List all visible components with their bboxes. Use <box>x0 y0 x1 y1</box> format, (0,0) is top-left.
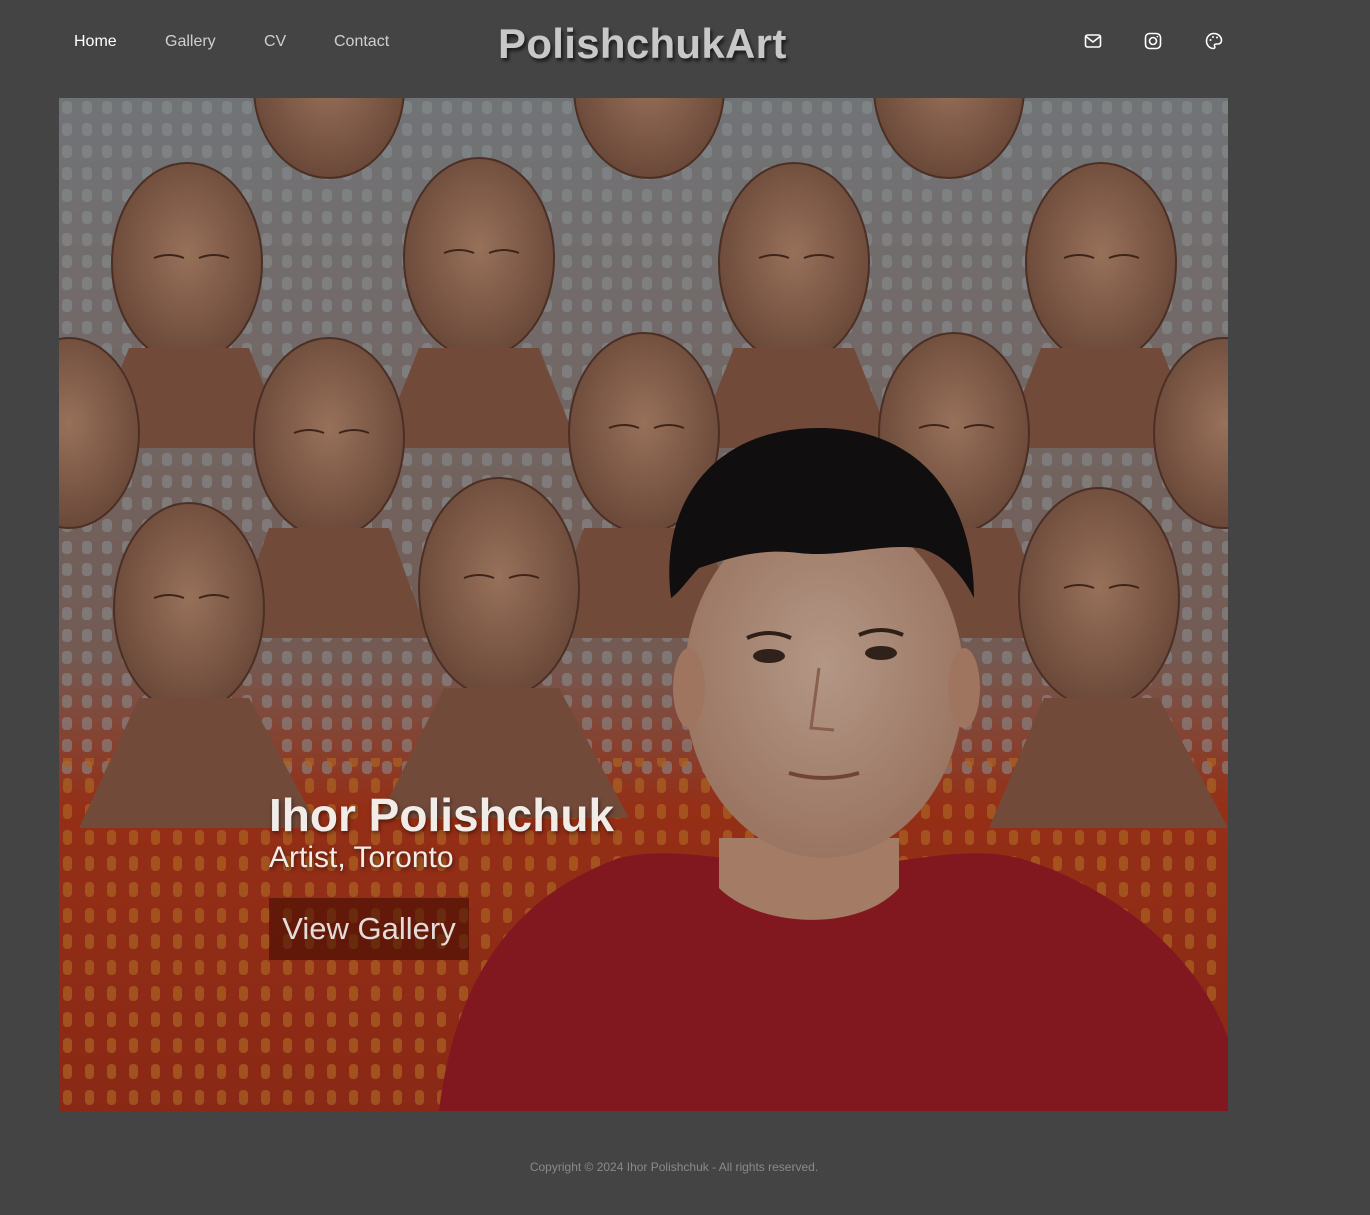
instagram-icon[interactable] <box>1143 31 1163 51</box>
artist-subtitle: Artist, Toronto <box>269 841 454 874</box>
hero-banner: Ihor Polishchuk Artist, Toronto View Gal… <box>59 98 1228 1111</box>
palette-icon[interactable] <box>1204 31 1224 51</box>
nav-gallery[interactable]: Gallery <box>165 33 216 51</box>
mail-icon[interactable] <box>1083 31 1103 51</box>
hero-overlay <box>59 98 1228 1111</box>
footer-copyright: Copyright © 2024 Ihor Polishchuk - All r… <box>529 1160 819 1174</box>
nav-contact[interactable]: Contact <box>334 33 389 51</box>
view-gallery-button[interactable]: View Gallery <box>269 898 469 960</box>
artist-name: Ihor Polishchuk <box>269 789 615 841</box>
header: Home Gallery CV Contact PolishchukArt <box>0 0 1370 90</box>
nav-cv[interactable]: CV <box>264 33 286 51</box>
site-title[interactable]: PolishchukArt <box>498 20 787 68</box>
nav-home[interactable]: Home <box>74 33 117 51</box>
